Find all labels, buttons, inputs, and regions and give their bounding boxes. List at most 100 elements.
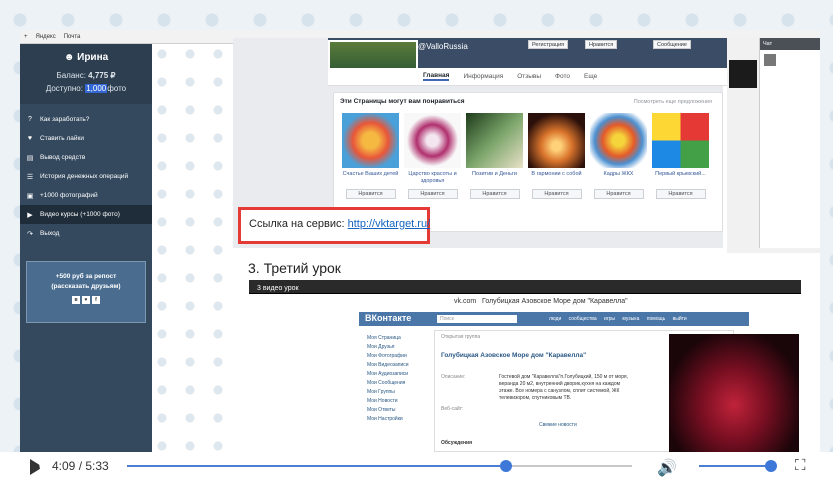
fb-tab-photo[interactable]: Фото	[555, 73, 570, 80]
balance-value: 4,775 ₽	[88, 71, 116, 80]
volume-icon[interactable]: 🔊	[657, 458, 677, 478]
card-image[interactable]	[404, 113, 461, 168]
vk-side-link[interactable]: Моя Страница	[367, 334, 409, 343]
suggest-card: В гармонии с собой Нравится	[528, 113, 585, 199]
vk-side-link[interactable]: Мои Друзья	[367, 343, 409, 352]
vk-search-input[interactable]: Поиск	[437, 315, 517, 323]
repost-promo[interactable]: +500 руб за репост (рассказать друзьям) …	[26, 261, 146, 323]
sidebar-item-label: Вывод средств	[40, 154, 86, 161]
card-caption[interactable]: Царство красоты и здоровья	[404, 171, 461, 185]
service-link-box: Ссылка на сервис: http://vktarget.ru/	[238, 207, 430, 244]
balance-label: Баланс:	[56, 71, 86, 80]
bookmark-mail[interactable]: Почта	[64, 34, 81, 40]
fb-tab-reviews[interactable]: Отзывы	[517, 73, 541, 80]
available-label: Доступно:	[45, 84, 83, 93]
share-vk-icon[interactable]: в	[72, 296, 80, 304]
sidebar: ☻ Ирина Баланс: 4,775 ₽ Доступно: 1,000ф…	[20, 44, 152, 452]
chat-avatar[interactable]	[764, 54, 776, 66]
sidebar-item-likes[interactable]: ♥ Ставить лайки	[20, 129, 152, 148]
suggest-card: Царство красоты и здоровья Нравится	[404, 113, 461, 199]
vk-news-link[interactable]: Свежие новости	[539, 422, 577, 428]
seek-handle[interactable]	[500, 460, 512, 472]
vk-page-title: Голубицкая Азовское Море дом "Каравелла"	[482, 298, 628, 305]
available-suffix: фото	[107, 84, 127, 93]
main-content: @ValloRussia Регистрация Нравится Сообще…	[152, 38, 820, 452]
sidebar-item-withdraw[interactable]: ▤ Вывод средств	[20, 148, 152, 167]
fb-like-button[interactable]: Нравится	[585, 40, 618, 49]
card-like-button[interactable]: Нравится	[531, 189, 582, 199]
promo-line1: +500 руб за репост	[55, 273, 117, 280]
fb-message-button[interactable]: Сообщение	[653, 40, 691, 49]
card-like-button[interactable]: Нравится	[407, 189, 458, 199]
card-like-button[interactable]: Нравится	[469, 189, 520, 199]
vk-side-link[interactable]: Мои Новости	[367, 397, 409, 406]
fb-tab-info[interactable]: Информация	[463, 73, 503, 80]
volume-handle[interactable]	[765, 460, 777, 472]
card-like-button[interactable]: Нравится	[593, 189, 644, 199]
service-link[interactable]: http://vktarget.ru/	[348, 218, 431, 230]
card-image[interactable]	[342, 113, 399, 168]
card-caption[interactable]: Счастье Ваших детей	[342, 171, 399, 185]
embedded-browser-bar	[249, 280, 801, 293]
card-caption[interactable]: Позитив и Деньги	[466, 171, 523, 185]
card-caption[interactable]: Первый крымский...	[652, 171, 709, 185]
profile-block: ☻ Ирина Баланс: 4,775 ₽ Доступно: 1,000ф…	[20, 44, 152, 104]
vk-side-link[interactable]: Мои Настройки	[367, 415, 409, 424]
card-image[interactable]	[528, 113, 585, 168]
plus-icon[interactable]: +	[24, 34, 28, 40]
sidebar-item-label: Выход	[40, 230, 60, 237]
card-caption[interactable]: В гармонии с собой	[528, 171, 585, 185]
available-value: 1,000	[85, 84, 108, 93]
sidebar-item-exit[interactable]: ↷ Выход	[20, 224, 152, 243]
card-like-button[interactable]: Нравится	[345, 189, 396, 199]
sidebar-item-label: Видео курсы (+1000 фото)	[40, 211, 120, 218]
fb-page-name: @ValloRussia	[418, 42, 468, 51]
card-image[interactable]	[652, 113, 709, 168]
cart-icon: ▣	[26, 192, 34, 200]
bookmark-yandex[interactable]: Яндекс	[36, 34, 56, 40]
suggest-see-all[interactable]: Посмотреть еще предложения	[634, 99, 712, 105]
vk-side-link[interactable]: Мои Видеозаписи	[367, 361, 409, 370]
vk-side-link[interactable]: Мои Ответы	[367, 406, 409, 415]
fb-tabs: Главная Информация Отзывы Фото Еще	[328, 68, 728, 86]
sidebar-item-label: Ставить лайки	[40, 135, 84, 142]
vk-side-link[interactable]: Мои Группы	[367, 388, 409, 397]
question-icon: ?	[28, 116, 32, 123]
fb-tab-main[interactable]: Главная	[423, 72, 450, 81]
fb-tab-more[interactable]: Еще	[584, 73, 597, 80]
card-image[interactable]	[590, 113, 647, 168]
card-caption[interactable]: Кадры ЖКХ	[590, 171, 647, 185]
seek-progress	[127, 465, 506, 467]
chat-header[interactable]: Чат	[760, 38, 820, 50]
card-image[interactable]	[466, 113, 523, 168]
card-like-button[interactable]: Нравится	[655, 189, 706, 199]
lesson-title: 3. Третий урок	[248, 260, 341, 276]
video-frame[interactable]: + Яндекс Почта ☻ Ирина Баланс: 4,775 ₽ Д…	[0, 0, 833, 452]
suggest-card: Позитив и Деньги Нравится	[466, 113, 523, 199]
vk-side-link[interactable]: Мои Аудиозаписи	[367, 370, 409, 379]
exit-icon: ↷	[27, 230, 33, 238]
sidebar-item-photos[interactable]: ▣ +1000 фотографий	[20, 186, 152, 205]
vk-discussions: Обсуждения	[441, 440, 473, 446]
vk-description: Гостевой дом "Каравелла"п.Голубицкий, 15…	[499, 374, 629, 401]
fullscreen-icon[interactable]: ⛶	[795, 457, 806, 474]
heart-icon: ♥	[27, 135, 33, 142]
fb-register-button[interactable]: Регистрация	[528, 40, 569, 49]
suggest-card: Первый крымский... Нравится	[652, 113, 709, 199]
ad-thumbnail	[729, 60, 757, 88]
vk-page: vk.com Голубицкая Азовское Море дом "Кар…	[249, 294, 801, 452]
sidebar-item-how-to-earn[interactable]: ? Как заработать?	[20, 110, 152, 129]
user-icon: ☻	[63, 52, 78, 63]
volume-track[interactable]	[699, 465, 771, 467]
embedded-video[interactable]: 3 видео урок vk.com Голубицкая Азовское …	[249, 280, 801, 452]
share-heart-icon[interactable]: ♥	[82, 296, 90, 304]
card-icon: ▤	[26, 154, 34, 162]
vk-side-link[interactable]: Мои Сообщения	[367, 379, 409, 388]
time-display: 4:09 / 5:33	[52, 459, 109, 473]
share-fb-icon[interactable]: f	[92, 296, 100, 304]
vk-side-link[interactable]: Мои Фотографии	[367, 352, 409, 361]
vk-site-label: Веб-сайт:	[441, 406, 464, 412]
sidebar-item-video-courses[interactable]: ▶ Видео курсы (+1000 фото)	[20, 205, 152, 224]
vk-section-label: Открытая группа	[441, 334, 481, 340]
sidebar-item-history[interactable]: ☰ История денежных операций	[20, 167, 152, 186]
